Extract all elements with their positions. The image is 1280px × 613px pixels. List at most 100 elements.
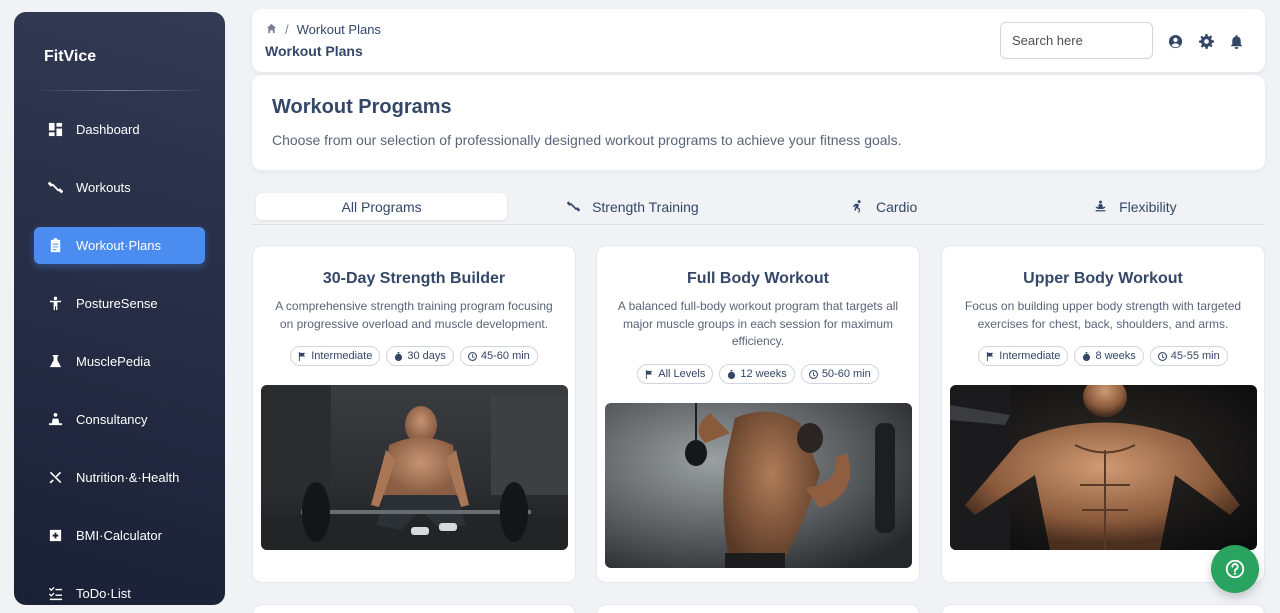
badge-text: 45-55 min [1170, 350, 1220, 362]
sidebar-item-workouts[interactable]: Workouts [34, 169, 205, 206]
utensils-icon [47, 470, 63, 486]
sidebar-item-workout-plans[interactable]: Workout·Plans [34, 227, 205, 264]
badge-text: 30 days [407, 350, 446, 362]
program-card[interactable]: 30-Day Strength Builder A comprehensive … [252, 245, 576, 583]
program-badges: Intermediate 8 weeks 45-55 min [942, 346, 1264, 366]
clock-icon [1157, 351, 1167, 361]
question-icon [1225, 559, 1245, 579]
program-image [605, 403, 912, 568]
sidebar: FitVice Dashboard Workouts Workout·Plans… [14, 12, 225, 605]
flag-icon [987, 351, 994, 361]
program-badges: All Levels 12 weeks 50-60 min [597, 364, 919, 384]
clock-icon [808, 369, 818, 379]
sidebar-item-label: PostureSense [76, 296, 158, 311]
program-tabs: All Programs Strength Training Cardio Fl… [252, 190, 1265, 225]
flag-icon [646, 369, 653, 379]
session-badge: 45-60 min [459, 346, 538, 366]
badge-text: Intermediate [999, 350, 1061, 362]
program-description: A comprehensive strength training progra… [275, 299, 553, 331]
program-image [950, 385, 1257, 550]
sidebar-item-label: BMI·Calculator [76, 528, 162, 543]
tab-flexibility[interactable]: Flexibility [1010, 193, 1261, 220]
brand-divider [30, 90, 209, 91]
program-title: Full Body Workout [687, 270, 829, 287]
section-subtitle: Choose from our selection of professiona… [272, 132, 902, 148]
program-card-partial[interactable] [596, 604, 920, 613]
badge-text: 8 weeks [1095, 350, 1136, 362]
brand-logo[interactable]: FitVice [44, 48, 96, 66]
badge-text: 12 weeks [740, 368, 787, 380]
gear-icon[interactable] [1198, 33, 1214, 49]
page-title: Workout Plans [265, 43, 363, 59]
sidebar-item-label: Workout·Plans [76, 238, 162, 253]
stopwatch-icon [1083, 351, 1091, 361]
stopwatch-icon [728, 369, 736, 379]
accessibility-icon [47, 296, 63, 312]
sidebar-item-nutrition[interactable]: Nutrition·&·Health [34, 459, 205, 496]
program-card[interactable]: Upper Body Workout Focus on building upp… [941, 245, 1265, 583]
flask-icon [47, 354, 63, 370]
tab-strength-training[interactable]: Strength Training [507, 193, 758, 220]
help-button[interactable] [1211, 545, 1259, 593]
program-badges: Intermediate 30 days 45-60 min [253, 346, 575, 366]
breadcrumb-separator: / [285, 22, 289, 37]
program-card-partial[interactable] [252, 604, 576, 613]
sidebar-item-label: ToDo·List [76, 586, 131, 601]
breadcrumb-current: Workout Plans [296, 22, 381, 37]
tab-cardio[interactable]: Cardio [759, 193, 1010, 220]
badge-text: 50-60 min [821, 368, 871, 380]
section-title: Workout Programs [272, 96, 452, 118]
level-badge: Intermediate [290, 346, 381, 366]
search-input[interactable] [1000, 22, 1153, 59]
calculator-icon [47, 528, 63, 544]
bell-icon[interactable] [1228, 33, 1244, 49]
sidebar-item-dashboard[interactable]: Dashboard [34, 111, 205, 148]
sidebar-item-consultancy[interactable]: Consultancy [34, 401, 205, 438]
sidebar-item-label: Consultancy [76, 412, 148, 427]
badge-text: All Levels [658, 368, 706, 380]
account-icon[interactable] [1167, 33, 1183, 49]
program-description: A balanced full-body workout program tha… [617, 299, 899, 348]
sidebar-item-label: Workouts [76, 180, 131, 195]
level-badge: Intermediate [978, 346, 1069, 366]
session-badge: 50-60 min [800, 364, 879, 384]
sidebar-item-musclepedia[interactable]: MusclePedia [34, 343, 205, 380]
program-card[interactable]: Full Body Workout A balanced full-body w… [596, 245, 920, 583]
page-header-card: Workout Programs Choose from our selecti… [252, 75, 1265, 170]
breadcrumb: / Workout Plans [266, 22, 381, 37]
clock-icon [467, 351, 477, 361]
checklist-icon [47, 586, 63, 602]
running-icon [852, 200, 861, 213]
sidebar-item-label: MusclePedia [76, 354, 151, 369]
program-title: Upper Body Workout [1023, 270, 1183, 287]
tab-label: All Programs [341, 198, 422, 215]
home-icon[interactable] [266, 22, 277, 37]
stopwatch-icon [395, 351, 403, 361]
session-badge: 45-55 min [1149, 346, 1228, 366]
badge-text: Intermediate [311, 350, 373, 362]
sidebar-item-label: Dashboard [76, 122, 140, 137]
dumbbell-icon [47, 180, 63, 196]
level-badge: All Levels [637, 364, 714, 384]
tab-label: Cardio [876, 198, 918, 215]
duration-badge: 8 weeks [1074, 346, 1144, 366]
sidebar-item-todo-list[interactable]: ToDo·List [34, 575, 205, 605]
duration-badge: 30 days [386, 346, 454, 366]
sidebar-item-posturesense[interactable]: PostureSense [34, 285, 205, 322]
tab-label: Strength Training [592, 198, 699, 215]
tab-all-programs[interactable]: All Programs [256, 193, 508, 220]
sidebar-item-bmi-calculator[interactable]: BMI·Calculator [34, 517, 205, 554]
sidebar-nav: Dashboard Workouts Workout·Plans Posture… [34, 111, 205, 605]
program-image [261, 385, 568, 550]
badge-text: 45-60 min [480, 350, 530, 362]
sidebar-item-label: Nutrition·&·Health [76, 470, 180, 485]
flag-icon [299, 351, 306, 361]
tab-label: Flexibility [1119, 198, 1177, 215]
program-description: Focus on building upper body strength wi… [964, 299, 1242, 331]
program-card-partial[interactable] [941, 604, 1265, 613]
clipboard-icon [47, 238, 63, 254]
topbar: / Workout Plans Workout Plans [252, 9, 1265, 72]
meditation-icon [1095, 200, 1106, 212]
dashboard-icon [47, 122, 63, 138]
program-title: 30-Day Strength Builder [322, 270, 506, 287]
